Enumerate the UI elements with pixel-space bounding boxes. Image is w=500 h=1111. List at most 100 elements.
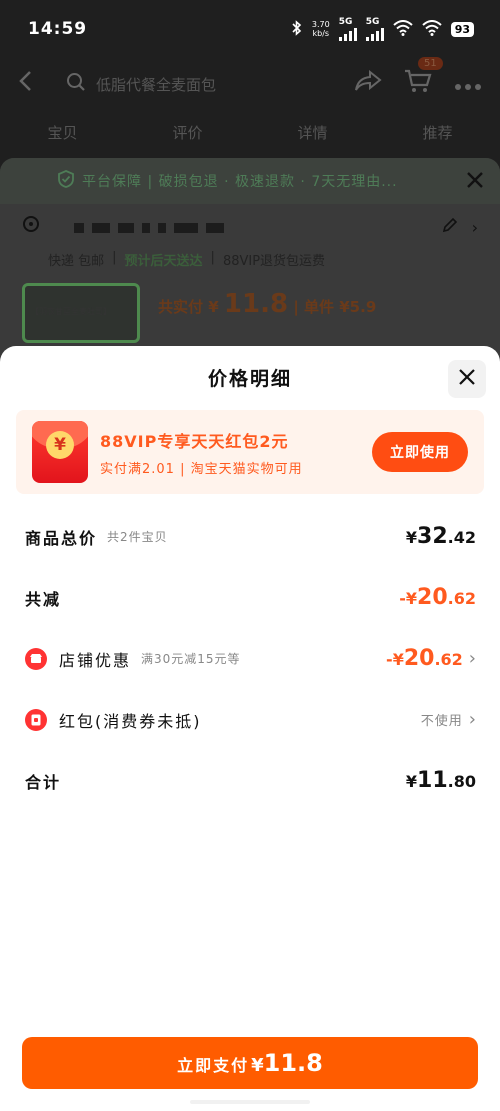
chevron-right-icon: › bbox=[468, 648, 476, 669]
amount-decimal: .62 bbox=[447, 589, 476, 608]
guarantee-text: 平台保障 | 破损包退 · 极速退款 · 7天无理由... bbox=[82, 174, 398, 190]
close-button[interactable] bbox=[448, 360, 486, 398]
shop-icon bbox=[25, 647, 47, 670]
sim2-label: 5G bbox=[365, 17, 380, 27]
net-speed-value: 3.70 bbox=[311, 20, 330, 29]
red-packet-label: 红包(消费券未抵) bbox=[59, 711, 202, 731]
vip-red-packet-banner: ¥ 88VIP专享天天红包2元 实付满2.01 | 淘宝天猫实物可用 立即使用 bbox=[16, 410, 484, 494]
close-icon bbox=[458, 368, 476, 390]
signal-bars-icon bbox=[338, 27, 357, 41]
vip-banner-subtitle: 实付满2.01 | 淘宝天猫实物可用 bbox=[100, 461, 303, 477]
signal-1: 5G bbox=[338, 17, 357, 41]
currency-symbol: -¥ bbox=[399, 589, 418, 608]
sum-label: 合计 bbox=[25, 772, 62, 792]
shipping-express: 快递 包邮 bbox=[48, 254, 105, 269]
address-redacted bbox=[70, 218, 228, 237]
tab-recommend[interactable]: 推荐 bbox=[422, 122, 452, 156]
amount-integer: 11 bbox=[417, 768, 448, 793]
amount-integer: 20 bbox=[403, 646, 435, 671]
goods-total-label: 商品总价 bbox=[25, 528, 98, 548]
shop-discount-label: 店铺优惠 bbox=[59, 650, 132, 670]
more-icon[interactable] bbox=[454, 72, 482, 97]
cart-button[interactable]: 51 bbox=[404, 57, 443, 99]
tab-details[interactable]: 详情 bbox=[297, 122, 327, 156]
search-bar[interactable]: 低脂代餐全麦面包 bbox=[66, 72, 354, 96]
top-bar: 低脂代餐全麦面包 51 bbox=[0, 57, 500, 110]
chevron-right-icon: › bbox=[471, 217, 478, 237]
status-bar: 14:59 3.70 kb/s 5G 5G 93 bbox=[0, 0, 500, 58]
search-placeholder: 低脂代餐全麦面包 bbox=[96, 75, 217, 94]
search-icon bbox=[66, 72, 86, 96]
shipping-return: 88VIP退货包运费 bbox=[222, 254, 326, 269]
bluetooth-icon bbox=[291, 19, 303, 39]
status-icons: 3.70 kb/s 5G 5G 93 bbox=[291, 17, 474, 41]
shield-icon bbox=[58, 170, 74, 192]
guarantee-banner: 平台保障 | 破损包退 · 极速退款 · 7天无理由... bbox=[0, 158, 500, 204]
row-total-reduction: 共减 -¥ 20 .62 bbox=[0, 567, 500, 628]
currency-symbol: ¥ bbox=[405, 772, 418, 791]
pay-summary-amount: 11.8 bbox=[223, 289, 289, 319]
row-red-packet[interactable]: 红包(消费券未抵) 不使用 › bbox=[0, 689, 500, 750]
wifi-icon bbox=[393, 19, 413, 39]
share-icon[interactable] bbox=[354, 69, 382, 98]
battery-icon: 93 bbox=[450, 21, 474, 37]
status-time: 14:59 bbox=[28, 19, 88, 39]
address-row[interactable]: › bbox=[0, 204, 500, 250]
amount-decimal: .80 bbox=[447, 772, 476, 791]
signal-bars-icon bbox=[365, 27, 384, 41]
pay-button-label: 立即支付 bbox=[177, 1056, 250, 1075]
product-thumbnail: 【羽衣甘蓝全麦吐司】 bbox=[22, 283, 140, 343]
tab-item[interactable]: 宝贝 bbox=[47, 122, 77, 156]
cart-badge: 51 bbox=[418, 57, 443, 70]
chevron-right-icon: › bbox=[468, 709, 476, 730]
net-speed-unit: kb/s bbox=[312, 29, 330, 38]
goods-total-note: 共2件宝贝 bbox=[107, 530, 168, 544]
shipping-row: 快递 包邮 | 预计后天送达 | 88VIP退货包运费 bbox=[48, 250, 326, 269]
amount-integer: 32 bbox=[417, 524, 448, 549]
signal-2: 5G bbox=[365, 17, 384, 41]
amount-integer: 20 bbox=[417, 585, 448, 610]
close-icon[interactable] bbox=[466, 167, 484, 195]
currency-symbol: -¥ bbox=[386, 650, 404, 669]
coin-symbol: ¥ bbox=[46, 431, 74, 459]
home-indicator[interactable] bbox=[190, 1100, 310, 1104]
pay-button-currency: ¥ bbox=[251, 1055, 264, 1076]
price-rows: 商品总价 共2件宝贝 ¥ 32 .42 共减 -¥ 20 .62 店铺优惠 满3… bbox=[0, 506, 500, 811]
reduction-amount: -¥ 20 .62 bbox=[399, 585, 476, 610]
sim1-label: 5G bbox=[338, 17, 353, 27]
product-tabs: 宝贝 评价 详情 推荐 bbox=[0, 122, 500, 156]
modal-title: 价格明细 bbox=[207, 368, 292, 390]
product-row: 【羽衣甘蓝全麦吐司】 共实付 ¥ 11.8 | 单件 ¥5.9 bbox=[0, 269, 500, 357]
vip-banner-text: 88VIP专享天天红包2元 实付满2.01 | 淘宝天猫实物可用 bbox=[100, 428, 372, 477]
location-pin-icon bbox=[22, 215, 40, 239]
top-bar-actions: 51 bbox=[354, 57, 482, 99]
red-packet-small-icon bbox=[25, 708, 47, 731]
shipping-eta: 预计后天送达 bbox=[124, 254, 203, 269]
pay-now-button[interactable]: 立即支付 ¥ 11.8 bbox=[22, 1037, 478, 1089]
shop-discount-amount: -¥ 20 .62 bbox=[386, 646, 463, 671]
row-goods-total: 商品总价 共2件宝贝 ¥ 32 .42 bbox=[0, 506, 500, 567]
edit-icon[interactable] bbox=[442, 217, 458, 237]
back-arrow-icon[interactable] bbox=[18, 69, 48, 99]
network-speed: 3.70 kb/s bbox=[312, 20, 330, 38]
currency-symbol: ¥ bbox=[405, 528, 418, 547]
sum-amount: ¥ 11 .80 bbox=[406, 768, 476, 793]
goods-total-amount: ¥ 32 .42 bbox=[406, 524, 476, 549]
wifi-icon bbox=[422, 19, 442, 39]
amount-decimal: .62 bbox=[434, 650, 463, 669]
amount-decimal: .42 bbox=[447, 528, 476, 547]
vip-banner-title: 88VIP专享天天红包2元 bbox=[100, 431, 289, 451]
red-packet-icon: ¥ bbox=[32, 421, 88, 483]
reduction-label: 共减 bbox=[25, 589, 62, 609]
use-now-button[interactable]: 立即使用 bbox=[372, 432, 468, 472]
unit-price: ¥5.9 bbox=[339, 298, 377, 316]
pay-button-amount: 11.8 bbox=[263, 1049, 323, 1077]
red-packet-value: 不使用 bbox=[420, 714, 463, 729]
pay-summary-currency: ¥ bbox=[208, 298, 219, 316]
pay-summary-label: 共实付 bbox=[158, 298, 204, 316]
price-detail-modal: 价格明细 ¥ 88VIP专享天天红包2元 实付满2.01 | 淘宝天猫实物可用 … bbox=[0, 346, 500, 1111]
shop-discount-note: 满30元减15元等 bbox=[141, 652, 241, 666]
pay-summary: 共实付 ¥ 11.8 | 单件 ¥5.9 bbox=[158, 289, 376, 319]
row-shop-discount[interactable]: 店铺优惠 满30元减15元等 -¥ 20 .62 › bbox=[0, 628, 500, 689]
tab-reviews[interactable]: 评价 bbox=[172, 122, 202, 156]
